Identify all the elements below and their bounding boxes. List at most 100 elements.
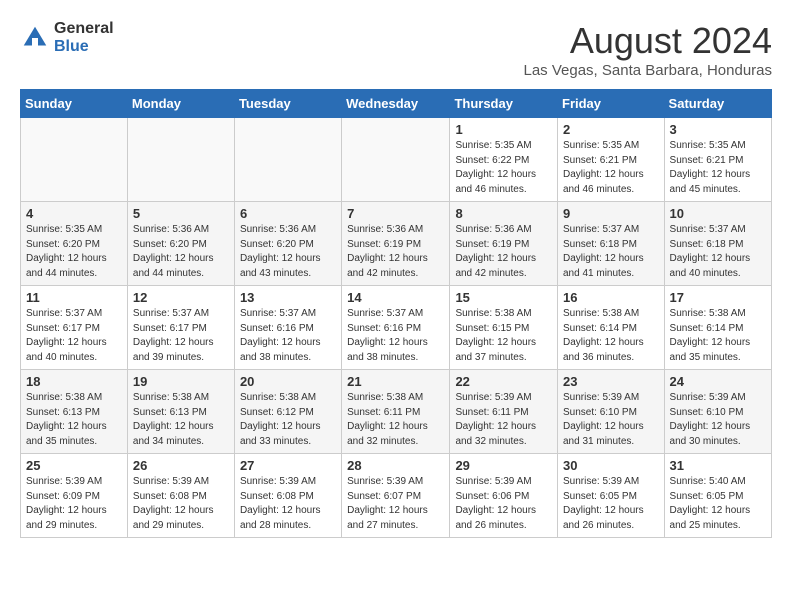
calendar-cell: 4 Sunrise: 5:35 AM Sunset: 6:20 PM Daylig… [21,202,128,286]
calendar-cell: 9 Sunrise: 5:37 AM Sunset: 6:18 PM Daylig… [558,202,665,286]
calendar-week-row: 4 Sunrise: 5:35 AM Sunset: 6:20 PM Daylig… [21,202,772,286]
day-info: Sunrise: 5:39 AM Sunset: 6:05 PM Dayligh… [563,475,659,533]
day-number: 15 [455,290,552,305]
day-info: Sunrise: 5:36 AM Sunset: 6:19 PM Dayligh… [347,223,444,281]
logo-icon [20,23,50,53]
day-info: Sunrise: 5:38 AM Sunset: 6:14 PM Dayligh… [670,307,766,365]
calendar-header-tuesday: Tuesday [234,90,341,118]
day-info: Sunrise: 5:37 AM Sunset: 6:16 PM Dayligh… [240,307,336,365]
calendar-cell: 12 Sunrise: 5:37 AM Sunset: 6:17 PM Dayli… [127,286,234,370]
calendar-cell [21,118,128,202]
day-number: 11 [26,290,122,305]
calendar-cell: 28 Sunrise: 5:39 AM Sunset: 6:07 PM Dayli… [342,454,450,538]
day-info: Sunrise: 5:35 AM Sunset: 6:21 PM Dayligh… [563,139,659,197]
day-info: Sunrise: 5:38 AM Sunset: 6:13 PM Dayligh… [133,391,229,449]
day-number: 12 [133,290,229,305]
day-number: 16 [563,290,659,305]
day-info: Sunrise: 5:40 AM Sunset: 6:05 PM Dayligh… [670,475,766,533]
day-info: Sunrise: 5:35 AM Sunset: 6:22 PM Dayligh… [455,139,552,197]
calendar-cell: 5Sunrise: 5:36 AM Sunset: 6:20 PM Daylig… [127,202,234,286]
title-block: August 2024 Las Vegas, Santa Barbara, Ho… [524,20,773,79]
day-number: 8 [455,206,552,221]
calendar-cell: 6 Sunrise: 5:36 AM Sunset: 6:20 PM Daylig… [234,202,341,286]
calendar-cell: 17 Sunrise: 5:38 AM Sunset: 6:14 PM Dayli… [664,286,771,370]
day-info: Sunrise: 5:39 AM Sunset: 6:06 PM Dayligh… [455,475,552,533]
calendar-cell: 18 Sunrise: 5:38 AM Sunset: 6:13 PM Dayli… [21,370,128,454]
day-number: 29 [455,458,552,473]
logo-general-text: General [54,20,114,38]
calendar-cell: 10 Sunrise: 5:37 AM Sunset: 6:18 PM Dayli… [664,202,771,286]
day-info: Sunrise: 5:38 AM Sunset: 6:14 PM Dayligh… [563,307,659,365]
logo: General Blue [20,20,114,55]
calendar-cell: 23 Sunrise: 5:39 AM Sunset: 6:10 PM Dayli… [558,370,665,454]
calendar-cell: 21Sunrise: 5:38 AM Sunset: 6:11 PM Dayli… [342,370,450,454]
day-info: Sunrise: 5:39 AM Sunset: 6:10 PM Dayligh… [670,391,766,449]
calendar-table: SundayMondayTuesdayWednesdayThursdayFrid… [20,89,772,538]
day-info: Sunrise: 5:38 AM Sunset: 6:13 PM Dayligh… [26,391,122,449]
calendar-cell: 25Sunrise: 5:39 AM Sunset: 6:09 PM Dayli… [21,454,128,538]
calendar-cell: 22Sunrise: 5:39 AM Sunset: 6:11 PM Dayli… [450,370,558,454]
calendar-cell: 7 Sunrise: 5:36 AM Sunset: 6:19 PM Daylig… [342,202,450,286]
calendar-week-row: 18 Sunrise: 5:38 AM Sunset: 6:13 PM Dayli… [21,370,772,454]
day-info: Sunrise: 5:37 AM Sunset: 6:18 PM Dayligh… [670,223,766,281]
day-info: Sunrise: 5:37 AM Sunset: 6:16 PM Dayligh… [347,307,444,365]
day-info: Sunrise: 5:39 AM Sunset: 6:10 PM Dayligh… [563,391,659,449]
calendar-header-row: SundayMondayTuesdayWednesdayThursdayFrid… [21,90,772,118]
day-number: 21 [347,374,444,389]
calendar-cell: 15 Sunrise: 5:38 AM Sunset: 6:15 PM Dayli… [450,286,558,370]
calendar-cell: 20 Sunrise: 5:38 AM Sunset: 6:12 PM Dayli… [234,370,341,454]
day-number: 30 [563,458,659,473]
day-number: 20 [240,374,336,389]
calendar-cell [127,118,234,202]
calendar-cell: 1Sunrise: 5:35 AM Sunset: 6:22 PM Daylig… [450,118,558,202]
day-number: 4 [26,206,122,221]
day-number: 10 [670,206,766,221]
day-number: 18 [26,374,122,389]
day-number: 17 [670,290,766,305]
day-info: Sunrise: 5:36 AM Sunset: 6:20 PM Dayligh… [240,223,336,281]
day-info: Sunrise: 5:39 AM Sunset: 6:07 PM Dayligh… [347,475,444,533]
day-number: 3 [670,122,766,137]
calendar-cell: 31 Sunrise: 5:40 AM Sunset: 6:05 PM Dayli… [664,454,771,538]
calendar-cell [342,118,450,202]
day-info: Sunrise: 5:35 AM Sunset: 6:20 PM Dayligh… [26,223,122,281]
day-info: Sunrise: 5:39 AM Sunset: 6:08 PM Dayligh… [240,475,336,533]
logo-blue-text: Blue [54,38,114,56]
day-number: 7 [347,206,444,221]
day-info: Sunrise: 5:36 AM Sunset: 6:20 PM Dayligh… [133,223,229,281]
calendar-cell: 13 Sunrise: 5:37 AM Sunset: 6:16 PM Dayli… [234,286,341,370]
calendar-cell [234,118,341,202]
calendar-header-thursday: Thursday [450,90,558,118]
day-number: 26 [133,458,229,473]
day-number: 23 [563,374,659,389]
day-number: 2 [563,122,659,137]
calendar-cell: 3Sunrise: 5:35 AM Sunset: 6:21 PM Daylig… [664,118,771,202]
day-info: Sunrise: 5:38 AM Sunset: 6:12 PM Dayligh… [240,391,336,449]
day-number: 13 [240,290,336,305]
day-number: 31 [670,458,766,473]
day-number: 22 [455,374,552,389]
day-number: 27 [240,458,336,473]
day-number: 24 [670,374,766,389]
day-info: Sunrise: 5:37 AM Sunset: 6:17 PM Dayligh… [26,307,122,365]
calendar-cell: 30 Sunrise: 5:39 AM Sunset: 6:05 PM Dayli… [558,454,665,538]
page-header: General Blue August 2024 Las Vegas, Sant… [20,20,772,79]
day-number: 9 [563,206,659,221]
calendar-cell: 2 Sunrise: 5:35 AM Sunset: 6:21 PM Daylig… [558,118,665,202]
day-info: Sunrise: 5:39 AM Sunset: 6:09 PM Dayligh… [26,475,122,533]
day-info: Sunrise: 5:37 AM Sunset: 6:17 PM Dayligh… [133,307,229,365]
calendar-cell: 14Sunrise: 5:37 AM Sunset: 6:16 PM Dayli… [342,286,450,370]
calendar-cell: 11 Sunrise: 5:37 AM Sunset: 6:17 PM Dayli… [21,286,128,370]
day-info: Sunrise: 5:36 AM Sunset: 6:19 PM Dayligh… [455,223,552,281]
calendar-cell: 27 Sunrise: 5:39 AM Sunset: 6:08 PM Dayli… [234,454,341,538]
calendar-header-sunday: Sunday [21,90,128,118]
day-number: 6 [240,206,336,221]
calendar-cell: 24 Sunrise: 5:39 AM Sunset: 6:10 PM Dayli… [664,370,771,454]
day-number: 28 [347,458,444,473]
day-info: Sunrise: 5:38 AM Sunset: 6:15 PM Dayligh… [455,307,552,365]
day-number: 19 [133,374,229,389]
day-info: Sunrise: 5:37 AM Sunset: 6:18 PM Dayligh… [563,223,659,281]
location-subtitle: Las Vegas, Santa Barbara, Honduras [524,62,773,79]
day-info: Sunrise: 5:39 AM Sunset: 6:08 PM Dayligh… [133,475,229,533]
calendar-week-row: 25Sunrise: 5:39 AM Sunset: 6:09 PM Dayli… [21,454,772,538]
